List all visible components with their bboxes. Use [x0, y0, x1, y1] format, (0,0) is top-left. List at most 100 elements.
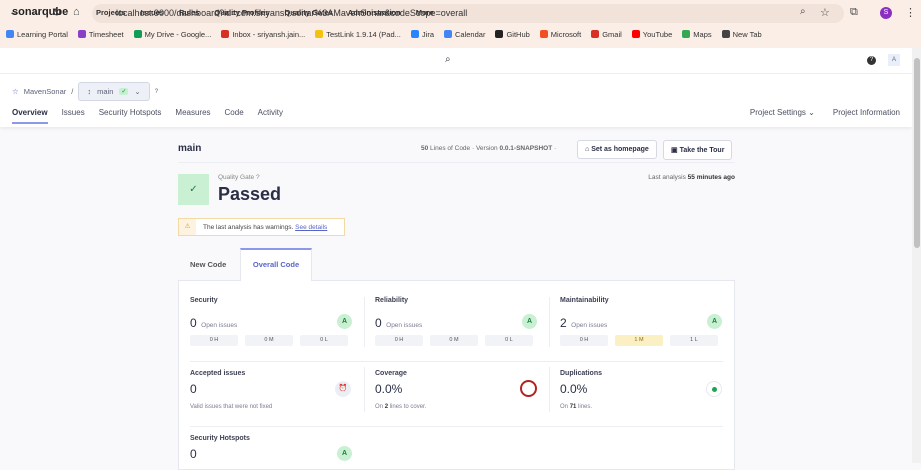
- project-information-link[interactable]: Project Information: [833, 108, 900, 117]
- accepted-issues-icon: ⏰: [335, 381, 351, 397]
- nav-item-quality-profiles[interactable]: Quality Profiles: [214, 8, 269, 17]
- nav-item-rules[interactable]: Rules: [179, 8, 199, 17]
- branch-name: main: [97, 87, 114, 96]
- maintainability-severity-pill[interactable]: 0 H: [560, 335, 608, 346]
- sonarqube-logo[interactable]: sonarqube: [12, 6, 68, 18]
- bookmark-item[interactable]: Gmail: [591, 30, 622, 39]
- duplications-value[interactable]: 0.0%: [560, 382, 587, 396]
- project-meta: 50 Lines of Code · Version 0.0.1-SNAPSHO…: [421, 145, 557, 152]
- security-open-issues[interactable]: 0 Open issues: [190, 314, 237, 332]
- reliability-rating[interactable]: A: [522, 314, 537, 329]
- measures-card: [178, 280, 735, 470]
- nav-item-issues[interactable]: Issues: [141, 8, 164, 17]
- tab-issues[interactable]: Issues: [62, 108, 85, 124]
- tab-overview[interactable]: Overview: [12, 108, 48, 124]
- project-link[interactable]: MavenSonar: [24, 87, 67, 96]
- duplications-title: Duplications: [560, 370, 603, 377]
- favorite-star-icon[interactable]: ☆: [12, 87, 19, 96]
- bookmark-icon: [591, 30, 600, 38]
- quality-gate-status: Passed: [218, 184, 282, 204]
- maintainability-open-issues[interactable]: 2 Open issues: [560, 314, 607, 332]
- security-severity-pill[interactable]: 0 M: [245, 335, 293, 346]
- bookmark-item[interactable]: TestLink 1.9.14 (Pad...: [315, 30, 401, 39]
- branch-title: main: [178, 143, 202, 154]
- bookmark-item[interactable]: Microsoft: [539, 30, 581, 39]
- reliability-severity-pill[interactable]: 0 H: [375, 335, 423, 346]
- branch-icon: ↕: [87, 87, 92, 96]
- bookmark-item[interactable]: GitHub: [495, 30, 530, 39]
- tab-new-code[interactable]: New Code: [190, 260, 226, 269]
- reliability-open-issues[interactable]: 0 Open issues: [375, 314, 422, 332]
- quality-gate-passed-icon: ✓: [178, 174, 209, 205]
- tab-code[interactable]: Code: [225, 108, 244, 124]
- duplications-note: On 71 lines.: [560, 404, 593, 410]
- reliability-severity-pill[interactable]: 0 L: [485, 335, 533, 346]
- bookmarks-bar: Learning Portal Timesheet My Drive - Googl…: [6, 30, 762, 39]
- user-avatar[interactable]: A: [888, 54, 900, 66]
- bookmark-item[interactable]: Calendar: [444, 30, 485, 39]
- nav-item-administration[interactable]: Administration: [348, 8, 401, 17]
- sonar-top-nav: [0, 48, 912, 74]
- take-tour-button[interactable]: ▣ Take the Tour: [663, 140, 733, 160]
- tab-overall-code[interactable]: Overall Code: [240, 248, 312, 281]
- nav-item-quality-gates[interactable]: Quality Gates: [284, 8, 332, 17]
- help-icon[interactable]: ?: [155, 89, 158, 95]
- bookmark-item[interactable]: YouTube: [631, 30, 672, 39]
- help-icon[interactable]: ?: [867, 56, 876, 65]
- duplications-indicator-icon: [706, 381, 722, 397]
- nav-item-projects[interactable]: Projects: [96, 8, 126, 17]
- maintainability-title: Maintainability: [560, 297, 609, 304]
- bookmark-item[interactable]: Learning Portal: [6, 30, 68, 39]
- nav-item-more[interactable]: More: [416, 8, 434, 17]
- bookmark-icon: [6, 30, 14, 38]
- reliability-severity-pill[interactable]: 0 M: [430, 335, 478, 346]
- bookmark-item[interactable]: New Tab: [721, 30, 762, 39]
- breadcrumb: ☆ MavenSonar / ↕ main ✓ ⌄ ?: [12, 82, 158, 101]
- branch-selector[interactable]: ↕ main ✓ ⌄: [78, 82, 150, 101]
- hotspots-rating[interactable]: A: [337, 446, 352, 461]
- check-icon: ✓: [119, 88, 129, 95]
- security-title: Security: [190, 297, 218, 304]
- accepted-value[interactable]: 0: [190, 382, 197, 396]
- menu-icon[interactable]: ⋮: [905, 6, 916, 19]
- warning-banner: ⚠ The last analysis has warnings. See de…: [178, 218, 345, 236]
- tab-activity[interactable]: Activity: [258, 108, 283, 124]
- security-severity-pill[interactable]: 0 H: [190, 335, 238, 346]
- bookmark-item[interactable]: Inbox - sriyansh.jain...: [221, 30, 305, 39]
- last-analysis: Last analysis 55 minutes ago: [648, 174, 735, 181]
- bookmark-icon: [539, 30, 548, 38]
- maintainability-severity-pill[interactable]: 1 M: [615, 335, 663, 346]
- bookmark-icon: [133, 30, 142, 38]
- see-details-link[interactable]: See details: [295, 224, 327, 231]
- bookmark-star-icon[interactable]: ☆: [820, 6, 830, 19]
- coverage-title: Coverage: [375, 370, 407, 377]
- tab-measures[interactable]: Measures: [175, 108, 210, 124]
- coverage-value[interactable]: 0.0%: [375, 382, 402, 396]
- search-icon[interactable]: ⌕: [445, 54, 451, 65]
- project-tabs: Overview Issues Security Hotspots Measures C…: [12, 108, 283, 124]
- warning-icon: ⚠: [179, 219, 196, 235]
- bookmark-icon: [495, 30, 504, 38]
- project-settings-menu[interactable]: Project Settings ⌄: [750, 108, 815, 117]
- set-homepage-button[interactable]: ⌂ Set as homepage: [577, 140, 657, 159]
- home-icon[interactable]: ⌂: [73, 6, 80, 18]
- tab-security-hotspots[interactable]: Security Hotspots: [99, 108, 162, 124]
- divider: [190, 361, 723, 362]
- profile-avatar[interactable]: S: [880, 7, 892, 19]
- project-actions: Project Settings ⌄ Project Information: [750, 108, 900, 117]
- bookmark-icon: [444, 30, 452, 38]
- scrollbar-thumb[interactable]: [914, 58, 920, 248]
- bookmark-icon: [721, 30, 730, 38]
- bookmark-item[interactable]: Timesheet: [77, 30, 124, 39]
- security-severity-pill[interactable]: 0 L: [300, 335, 348, 346]
- bookmark-icon: [682, 30, 691, 38]
- security-rating[interactable]: A: [337, 314, 352, 329]
- maintainability-rating[interactable]: A: [707, 314, 722, 329]
- extensions-icon[interactable]: ⧉: [850, 6, 858, 19]
- zoom-icon[interactable]: ⌕: [800, 6, 806, 17]
- bookmark-item[interactable]: Jira: [410, 30, 434, 39]
- bookmark-item[interactable]: Maps: [682, 30, 712, 39]
- bookmark-item[interactable]: My Drive - Google...: [133, 30, 211, 39]
- hotspots-value[interactable]: 0: [190, 447, 197, 461]
- maintainability-severity-pill[interactable]: 1 L: [670, 335, 718, 346]
